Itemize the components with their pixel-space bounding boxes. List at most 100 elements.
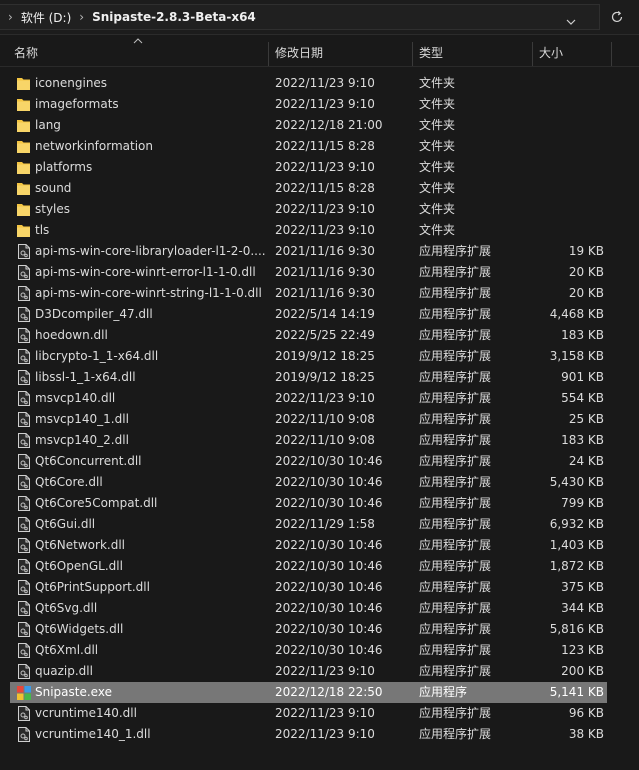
file-size: 123 KB <box>561 643 604 657</box>
file-date: 2022/10/30 10:46 <box>275 454 383 468</box>
folder-icon <box>16 138 32 155</box>
column-divider[interactable] <box>412 42 413 66</box>
file-row[interactable]: Qt6Network.dll 2022/10/30 10:46 应用程序扩展 1,40… <box>10 535 607 556</box>
file-row[interactable]: msvcp140.dll 2022/11/23 9:10 应用程序扩展 554 KB <box>10 388 607 409</box>
refresh-icon <box>611 11 623 23</box>
file-type: 应用程序扩展 <box>419 664 492 678</box>
file-row[interactable]: Qt6Concurrent.dll 2022/10/30 10:46 应用程序扩展 2… <box>10 451 607 472</box>
file-name: vcruntime140_1.dll <box>35 727 151 741</box>
column-header-size[interactable]: 大小 <box>539 40 563 66</box>
breadcrumb[interactable]: › 软件 (D:) › Snipaste-2.8.3-Beta-x64 <box>0 4 600 30</box>
dll-file-icon <box>16 642 32 659</box>
file-date: 2022/10/30 10:46 <box>275 538 383 552</box>
file-type: 文件夹 <box>419 181 456 195</box>
dll-file-icon <box>16 327 32 344</box>
file-name: networkinformation <box>35 139 153 153</box>
column-header-date[interactable]: 修改日期 <box>275 40 323 66</box>
file-date: 2022/10/30 10:46 <box>275 643 383 657</box>
column-header-type[interactable]: 类型 <box>419 40 443 66</box>
file-row[interactable]: libssl-1_1-x64.dll 2019/9/12 18:25 应用程序扩展 9… <box>10 367 607 388</box>
chevron-down-icon[interactable] <box>564 15 578 29</box>
file-type: 应用程序扩展 <box>419 328 492 342</box>
file-name: styles <box>35 202 71 216</box>
dll-file-icon <box>16 516 32 533</box>
file-row[interactable]: Qt6OpenGL.dll 2022/10/30 10:46 应用程序扩展 1,872… <box>10 556 607 577</box>
file-type: 应用程序 <box>419 685 468 699</box>
file-name: iconengines <box>35 76 108 90</box>
file-row[interactable]: D3Dcompiler_47.dll 2022/5/14 14:19 应用程序扩展 4… <box>10 304 607 325</box>
file-date: 2021/11/16 9:30 <box>275 286 375 300</box>
file-row[interactable]: iconengines 2022/11/23 9:10 文件夹 <box>10 73 607 94</box>
file-row[interactable]: platforms 2022/11/23 9:10 文件夹 <box>10 157 607 178</box>
file-row[interactable]: Qt6Xml.dll 2022/10/30 10:46 应用程序扩展 123 KB <box>10 640 607 661</box>
file-row[interactable]: api-ms-win-core-winrt-string-l1-1-0.dll 2… <box>10 283 607 304</box>
file-row[interactable]: msvcp140_2.dll 2022/11/10 9:08 应用程序扩展 183 K… <box>10 430 607 451</box>
file-row[interactable]: styles 2022/11/23 9:10 文件夹 <box>10 199 607 220</box>
dll-file-icon <box>16 348 32 365</box>
file-row[interactable]: vcruntime140_1.dll 2022/11/23 9:10 应用程序扩展 3… <box>10 724 607 745</box>
file-row[interactable]: lang 2022/12/18 21:00 文件夹 <box>10 115 607 136</box>
column-divider[interactable] <box>268 42 269 66</box>
file-date: 2021/11/16 9:30 <box>275 244 375 258</box>
file-size: 183 KB <box>561 433 604 447</box>
file-row[interactable]: msvcp140_1.dll 2022/11/10 9:08 应用程序扩展 25 KB <box>10 409 607 430</box>
file-row[interactable]: Qt6PrintSupport.dll 2022/10/30 10:46 应用程序扩… <box>10 577 607 598</box>
file-date: 2022/11/23 9:10 <box>275 706 375 720</box>
file-type: 应用程序扩展 <box>419 454 492 468</box>
file-date: 2022/10/30 10:46 <box>275 559 383 573</box>
file-type: 文件夹 <box>419 139 456 153</box>
column-header-name[interactable]: 名称 <box>14 40 38 66</box>
folder-icon <box>16 222 32 239</box>
dll-file-icon <box>16 621 32 638</box>
file-type: 文件夹 <box>419 223 456 237</box>
file-date: 2022/11/23 9:10 <box>275 76 375 90</box>
breadcrumb-separator-icon[interactable]: › <box>8 10 13 24</box>
file-name: msvcp140_1.dll <box>35 412 129 426</box>
file-type: 应用程序扩展 <box>419 349 492 363</box>
breadcrumb-separator-icon[interactable]: › <box>79 10 84 24</box>
file-row[interactable]: api-ms-win-core-libraryloader-l1-2-0....… <box>10 241 607 262</box>
dll-file-icon <box>16 663 32 680</box>
file-row[interactable]: Qt6Svg.dll 2022/10/30 10:46 应用程序扩展 344 KB <box>10 598 607 619</box>
file-row[interactable]: quazip.dll 2022/11/23 9:10 应用程序扩展 200 KB <box>10 661 607 682</box>
file-row[interactable]: Snipaste.exe 2022/12/18 22:50 应用程序 5,141 KB <box>10 682 607 703</box>
file-name: hoedown.dll <box>35 328 108 342</box>
file-date: 2022/11/23 9:10 <box>275 223 375 237</box>
file-row[interactable]: tls 2022/11/23 9:10 文件夹 <box>10 220 607 241</box>
file-row[interactable]: Qt6Gui.dll 2022/11/29 1:58 应用程序扩展 6,932 KB <box>10 514 607 535</box>
file-size: 96 KB <box>568 706 604 720</box>
file-date: 2022/10/30 10:46 <box>275 496 383 510</box>
folder-icon <box>16 117 32 134</box>
file-date: 2019/9/12 18:25 <box>275 349 375 363</box>
file-row[interactable]: imageformats 2022/11/23 9:10 文件夹 <box>10 94 607 115</box>
file-date: 2022/12/18 21:00 <box>275 118 383 132</box>
file-name: Qt6Gui.dll <box>35 517 96 531</box>
file-size: 5,816 KB <box>549 622 604 636</box>
column-divider[interactable] <box>611 42 612 66</box>
file-row[interactable]: hoedown.dll 2022/5/25 22:49 应用程序扩展 183 KB <box>10 325 607 346</box>
dll-file-icon <box>16 537 32 554</box>
file-row[interactable]: networkinformation 2022/11/15 8:28 文件夹 <box>10 136 607 157</box>
file-size: 1,872 KB <box>549 559 604 573</box>
file-name: api-ms-win-core-winrt-error-l1-1-0.dll <box>35 265 256 279</box>
file-type: 应用程序扩展 <box>419 265 492 279</box>
file-name: lang <box>35 118 61 132</box>
file-row[interactable]: Qt6Core.dll 2022/10/30 10:46 应用程序扩展 5,430 K… <box>10 472 607 493</box>
folder-icon <box>16 75 32 92</box>
dll-file-icon <box>16 474 32 491</box>
refresh-button[interactable] <box>602 4 632 30</box>
breadcrumb-drive[interactable]: 软件 (D:) <box>21 9 71 26</box>
file-row[interactable]: vcruntime140.dll 2022/11/23 9:10 应用程序扩展 96 … <box>10 703 607 724</box>
dll-file-icon <box>16 285 32 302</box>
file-row[interactable]: sound 2022/11/15 8:28 文件夹 <box>10 178 607 199</box>
breadcrumb-folder[interactable]: Snipaste-2.8.3-Beta-x64 <box>92 10 256 24</box>
file-size: 19 KB <box>568 244 604 258</box>
file-date: 2022/5/14 14:19 <box>275 307 375 321</box>
column-divider[interactable] <box>532 42 533 66</box>
file-type: 应用程序扩展 <box>419 475 492 489</box>
file-row[interactable]: api-ms-win-core-winrt-error-l1-1-0.dll 20… <box>10 262 607 283</box>
file-row[interactable]: Qt6Widgets.dll 2022/10/30 10:46 应用程序扩展 5,81… <box>10 619 607 640</box>
file-date: 2022/11/23 9:10 <box>275 97 375 111</box>
file-row[interactable]: libcrypto-1_1-x64.dll 2019/9/12 18:25 应用程序… <box>10 346 607 367</box>
file-row[interactable]: Qt6Core5Compat.dll 2022/10/30 10:46 应用程序扩展… <box>10 493 607 514</box>
